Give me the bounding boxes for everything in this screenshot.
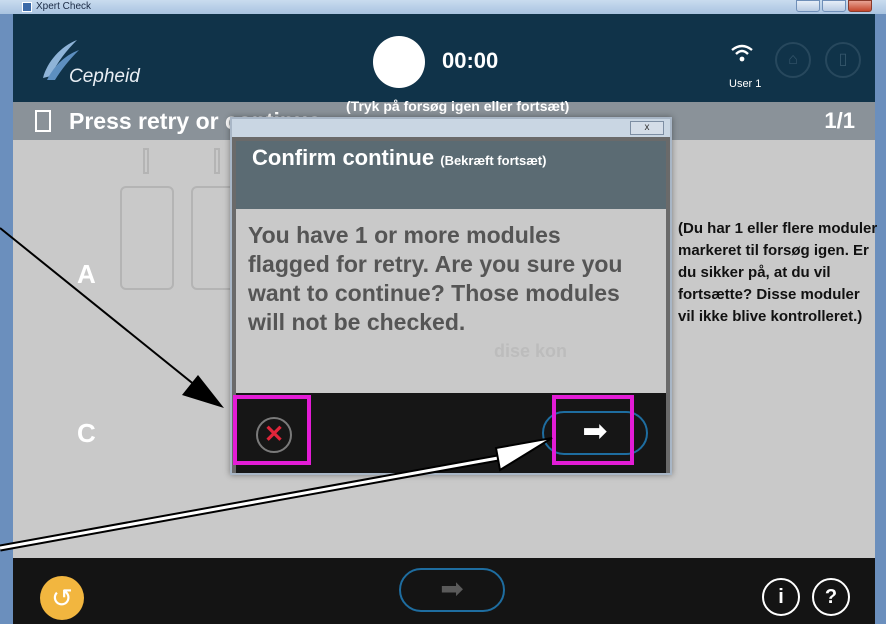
highlight-cancel: [233, 395, 311, 465]
user-label: User 1: [729, 78, 762, 90]
timer-display: 00:00: [442, 48, 499, 73]
app-footer: ↺ ➡ i ?: [13, 558, 875, 624]
dialog-body: You have 1 or more modules flagged for r…: [236, 209, 666, 393]
logo-text: Cepheid: [69, 66, 140, 87]
close-icon: x: [644, 122, 650, 133]
ruler-icon: [35, 110, 51, 132]
help-button[interactable]: ?: [812, 578, 850, 616]
dialog-titlebar: x: [232, 119, 670, 137]
page-indicator: 1/1: [824, 108, 855, 133]
window-close-button[interactable]: [848, 0, 872, 12]
undo-icon: ↺: [51, 583, 73, 613]
maximize-button[interactable]: [822, 0, 846, 12]
row-label-a: A: [77, 259, 96, 289]
highlight-continue: [552, 395, 634, 465]
window-title: Xpert Check: [36, 1, 92, 12]
dialog-close-button[interactable]: x: [630, 121, 664, 135]
footer-continue-button[interactable]: ➡: [399, 568, 505, 612]
translation-caption-top: (Tryk på forsøg igen eller fortsæt): [346, 98, 570, 114]
module-cap: [143, 148, 149, 174]
dialog-background-text: dise kon: [494, 341, 568, 361]
module-slot: [120, 186, 174, 290]
home-icon: ⌂: [788, 51, 798, 68]
timer-indicator: [373, 36, 425, 88]
info-button[interactable]: i: [762, 578, 800, 616]
module-cap: [214, 148, 220, 174]
dialog-title: Confirm continue (Bekræft fortsæt): [252, 145, 546, 171]
dialog-message: You have 1 or more modules flagged for r…: [248, 222, 623, 335]
app-header: Cepheid 00:00 User 1 ⌂ ▯: [13, 14, 875, 102]
exit-door-icon: ▯: [838, 51, 848, 68]
app-icon: [22, 2, 32, 12]
exit-button[interactable]: ▯: [825, 42, 861, 78]
minimize-button[interactable]: [796, 0, 820, 12]
window-titlebar: Xpert Check: [0, 0, 886, 14]
help-icon: ?: [824, 586, 838, 608]
dialog-title-translation: (Bekræft fortsæt): [440, 153, 547, 168]
translation-caption-side: (Du har 1 eller flere moduler markeret t…: [678, 220, 878, 325]
info-icon: i: [778, 586, 784, 608]
arrow-right-icon: ➡: [440, 573, 464, 604]
dialog-title-text: Confirm continue: [252, 145, 435, 170]
home-button[interactable]: ⌂: [775, 42, 811, 78]
row-label-c: C: [77, 418, 96, 448]
undo-button[interactable]: ↺: [40, 576, 84, 620]
wifi-icon: [731, 44, 753, 62]
